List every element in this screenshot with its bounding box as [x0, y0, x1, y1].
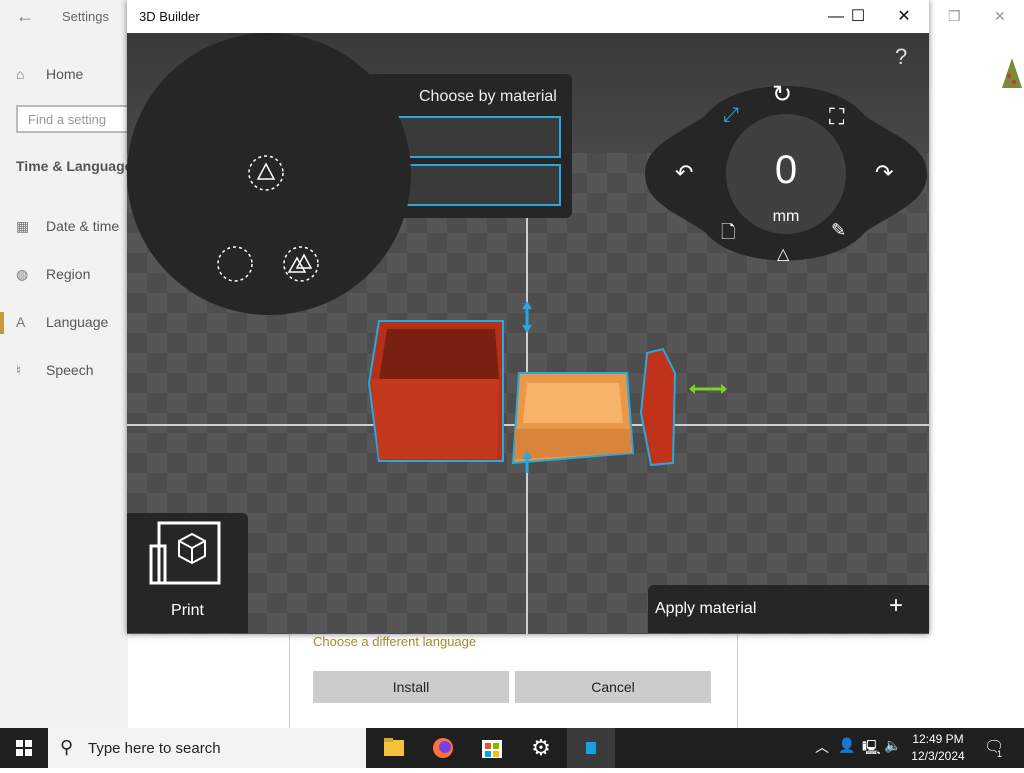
print-label: Print [171, 602, 204, 619]
cancel-button[interactable]: Cancel [515, 671, 711, 703]
start-button[interactable] [0, 728, 48, 768]
window-title: 3D Builder [139, 9, 200, 24]
sidebar-item-label: Home [46, 66, 84, 82]
document-icon[interactable]: 🗋 [721, 220, 735, 250]
search-icon: ⚲ [60, 737, 74, 757]
3d-builder-taskbar-icon[interactable] [567, 728, 615, 768]
back-arrow-icon[interactable]: ← [16, 6, 34, 27]
calendar-icon: ▦ [16, 218, 30, 234]
triangle-icon[interactable]: △ [777, 244, 789, 264]
date-text: 12/3/2024 [911, 749, 965, 763]
firefox-icon[interactable] [419, 728, 467, 768]
move-icon[interactable]: ⤢ [723, 104, 739, 127]
select-empty-icon[interactable] [216, 245, 254, 283]
sidebar-item-language[interactable]: A Language [16, 314, 108, 330]
network-icon[interactable]: 🖳 [862, 737, 881, 761]
choose-language-link[interactable]: Choose a different language [313, 634, 476, 649]
sidebar-item-label: Region [46, 266, 91, 282]
microphone-icon: ♮ [16, 362, 22, 378]
material-slot[interactable] [395, 116, 561, 158]
select-multiple-icon[interactable] [282, 245, 320, 283]
sidebar-item-label: Language [46, 314, 109, 330]
close-icon[interactable]: ✕ [994, 8, 1006, 25]
plus-icon[interactable]: + [889, 592, 903, 620]
settings-title: Settings [62, 9, 109, 24]
rotate-icon[interactable]: ↻ [772, 80, 792, 109]
user-icon[interactable]: 👤 [838, 737, 855, 754]
titlebar [127, 0, 929, 33]
dial-value[interactable]: 0 [758, 148, 814, 193]
home-icon: ⌂ [16, 66, 25, 82]
sidebar-item-home[interactable]: ⌂ Home [16, 66, 83, 82]
sidebar-item-date-time[interactable]: ▦ Date & time [16, 218, 119, 235]
settings-gear-icon[interactable]: ⚙ [517, 728, 565, 768]
sidebar-item-label: Date & time [46, 218, 120, 234]
sidebar-item-label: Speech [46, 362, 94, 378]
dial-unit: mm [772, 208, 800, 225]
3d-builder-window: 3D Builder — ☐ ✕ ? Choose by material 0 … [127, 0, 929, 634]
select-object-icon[interactable] [247, 154, 285, 192]
scale-icon[interactable]: ⛶ [829, 104, 844, 130]
notification-count: 1 [997, 749, 1003, 759]
search-placeholder: Type here to search [88, 740, 221, 757]
print-icon [149, 521, 221, 585]
sidebar-item-region[interactable]: ◍ Region [16, 266, 90, 283]
globe-icon: ◍ [16, 266, 29, 282]
undo-icon[interactable]: ↶ [675, 160, 693, 186]
install-button[interactable]: Install [313, 671, 509, 703]
volume-icon[interactable]: 🔈 [884, 737, 901, 754]
apply-material-label: Apply material [655, 600, 757, 617]
tree-icon [1002, 58, 1022, 88]
selected-indicator [0, 312, 4, 334]
time-text: 12:49 PM [912, 732, 964, 746]
store-icon[interactable] [468, 728, 516, 768]
redo-icon[interactable]: ↷ [875, 160, 893, 186]
pencil-icon[interactable]: ✎ [831, 220, 846, 241]
orange-tray-object[interactable] [511, 372, 635, 465]
material-panel-title: Choose by material [419, 88, 557, 105]
help-icon[interactable]: ? [895, 44, 907, 70]
section-title: Time & Language [16, 158, 133, 174]
chevron-up-icon[interactable]: ︿ [815, 737, 829, 757]
language-icon: A [16, 314, 26, 330]
file-explorer-icon[interactable] [370, 728, 418, 768]
restore-icon[interactable]: ❐ [948, 8, 961, 25]
maximize-icon[interactable]: ☐ [835, 4, 881, 30]
clock[interactable]: 12:49 PM 12/3/2024 [906, 731, 970, 765]
red-box-object[interactable] [367, 320, 504, 462]
sidebar-item-speech[interactable]: ♮ Speech [16, 362, 93, 379]
find-setting-input[interactable]: Find a setting [16, 105, 136, 133]
close-icon[interactable]: ✕ [881, 4, 927, 30]
material-slot[interactable] [395, 164, 561, 206]
